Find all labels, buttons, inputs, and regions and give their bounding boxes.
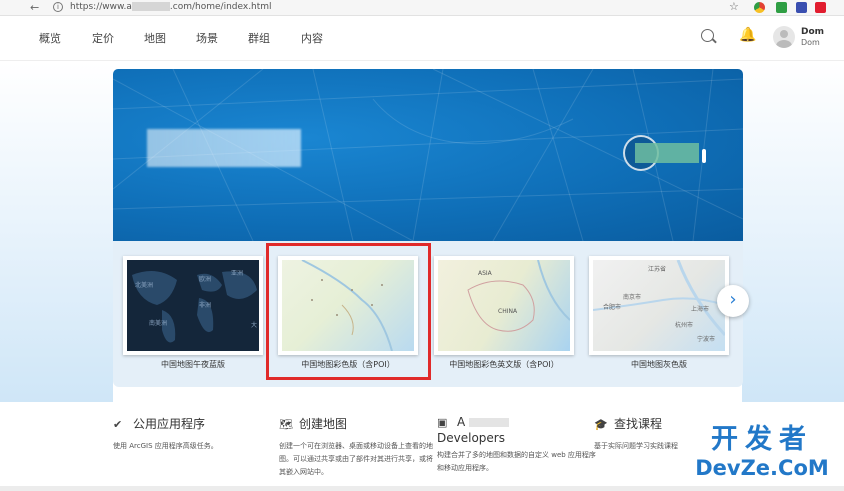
map-label: 大 xyxy=(251,322,258,329)
user-handle: Dom xyxy=(801,38,820,47)
basemap-card-gray[interactable]: 江苏省 南京市 合肥市 上海市 杭州市 宁波市 xyxy=(589,256,729,355)
basemap-card-midnight[interactable]: 北美洲 欧洲 亚洲 非洲 南美洲 大 xyxy=(123,256,263,355)
map-thumbnail: 江苏省 南京市 合肥市 上海市 杭州市 宁波市 xyxy=(593,260,725,351)
map-label: 南美洲 xyxy=(149,320,168,327)
checkmark-icon: ✔ xyxy=(113,418,123,431)
nav-groups[interactable]: 群组 xyxy=(248,30,270,46)
page-background-left xyxy=(0,62,113,402)
basemap-label[interactable]: 中国地图灰色版 xyxy=(589,359,729,370)
map-label: 亚洲 xyxy=(231,270,244,277)
devze-watermark: 开发者 DevZe.CoM xyxy=(686,425,838,481)
feature-title[interactable]: 创建地图 xyxy=(299,417,347,431)
map-icon: 🗺 xyxy=(279,418,293,431)
feature-apps[interactable]: ✔ 公用应用程序 使用 ArcGIS 应用程序高级任务。 xyxy=(113,415,273,453)
feature-description: 构建合并了多的地图和数据的自定义 web 应用程序和移动应用程序。 xyxy=(437,451,596,472)
basemap-label[interactable]: 中国地图午夜蓝版 xyxy=(123,359,263,370)
feature-description: 使用 ArcGIS 应用程序高级任务。 xyxy=(113,442,218,450)
feature-title-developers[interactable]: Developers xyxy=(437,431,597,445)
map-label: 非洲 xyxy=(199,302,212,309)
nav-pricing[interactable]: 定价 xyxy=(92,30,114,46)
logo-dot xyxy=(702,149,706,163)
brand-logo-redacted xyxy=(147,129,301,167)
map-label: ASIA xyxy=(478,270,492,277)
map-label: CHINA xyxy=(498,308,518,315)
basemap-label[interactable]: 中国地图彩色英文版（含POI） xyxy=(434,359,574,370)
avatar[interactable] xyxy=(773,26,795,48)
image-extension-icon[interactable] xyxy=(796,2,807,13)
code-window-icon: ▣ xyxy=(437,416,448,429)
page-background-right xyxy=(742,62,844,402)
shield-extension-icon[interactable] xyxy=(776,2,787,13)
redacted-blur xyxy=(469,418,510,427)
bell-icon[interactable]: 🔔 xyxy=(739,27,756,43)
red-extension-icon[interactable] xyxy=(815,2,826,13)
back-arrow-icon[interactable]: ← xyxy=(30,1,39,14)
map-thumbnail: 北美洲 欧洲 亚洲 非洲 南美洲 大 xyxy=(127,260,259,351)
logo-redacted xyxy=(635,143,699,163)
feature-title[interactable]: 公用应用程序 xyxy=(133,417,205,431)
map-label: 北美洲 xyxy=(135,282,154,289)
graduation-cap-icon: 🎓 xyxy=(594,418,608,431)
china-outline-shape xyxy=(467,260,570,332)
watermark-line2: DevZe.CoM xyxy=(695,456,829,480)
hero-banner xyxy=(113,69,743,241)
redacted-blur xyxy=(131,2,170,11)
nav-content[interactable]: 内容 xyxy=(301,30,323,46)
url-text[interactable]: https://www.a .com/home/index.html xyxy=(70,2,272,12)
map-thumbnail: ASIA CHINA xyxy=(438,260,570,351)
feature-create-map[interactable]: 🗺 创建地图 创建一个可在浏览器、桌面或移动设备上查看的地图。可以通过共享或由了部… xyxy=(279,415,439,479)
map-label: 南京市 xyxy=(623,294,642,301)
nav-map[interactable]: 地图 xyxy=(144,30,166,46)
map-label: 上海市 xyxy=(691,306,710,313)
next-arrow-button[interactable]: › xyxy=(717,285,749,317)
feature-title[interactable]: 查找课程 xyxy=(614,417,662,431)
address-bar: ← i https://www.a .com/home/index.html ☆ xyxy=(0,0,844,16)
search-icon[interactable] xyxy=(701,29,714,42)
feature-description: 创建一个可在浏览器、桌面或移动设备上查看的地图。可以通过共享或由了部件对其进行共… xyxy=(279,442,433,476)
info-icon[interactable]: i xyxy=(53,2,63,12)
top-nav: 概览 定价 地图 场景 群组 内容 🔔 Dom Dom xyxy=(0,17,844,61)
nav-scene[interactable]: 场景 xyxy=(196,30,218,46)
watermark-line1: 开发者 xyxy=(711,424,813,455)
horizontal-scrollbar[interactable] xyxy=(0,486,844,491)
chrome-extension-icon[interactable] xyxy=(754,2,765,13)
selection-highlight-box xyxy=(266,243,431,380)
map-label: 杭州市 xyxy=(675,322,694,329)
bookmark-star-icon[interactable]: ☆ xyxy=(729,0,739,13)
map-label: 江苏省 xyxy=(648,266,667,273)
map-label: 合肥市 xyxy=(603,304,622,311)
basemap-card-english[interactable]: ASIA CHINA xyxy=(434,256,574,355)
nav-overview[interactable]: 概览 xyxy=(39,30,61,46)
feature-developers[interactable]: ▣ A Developers 构建合并了多的地图和数据的自定义 web 应用程序和… xyxy=(437,415,597,475)
user-name[interactable]: Dom xyxy=(801,27,824,37)
feature-title-prefix[interactable]: A xyxy=(457,415,465,429)
map-label: 宁波市 xyxy=(697,336,716,343)
map-label: 欧洲 xyxy=(199,276,212,283)
